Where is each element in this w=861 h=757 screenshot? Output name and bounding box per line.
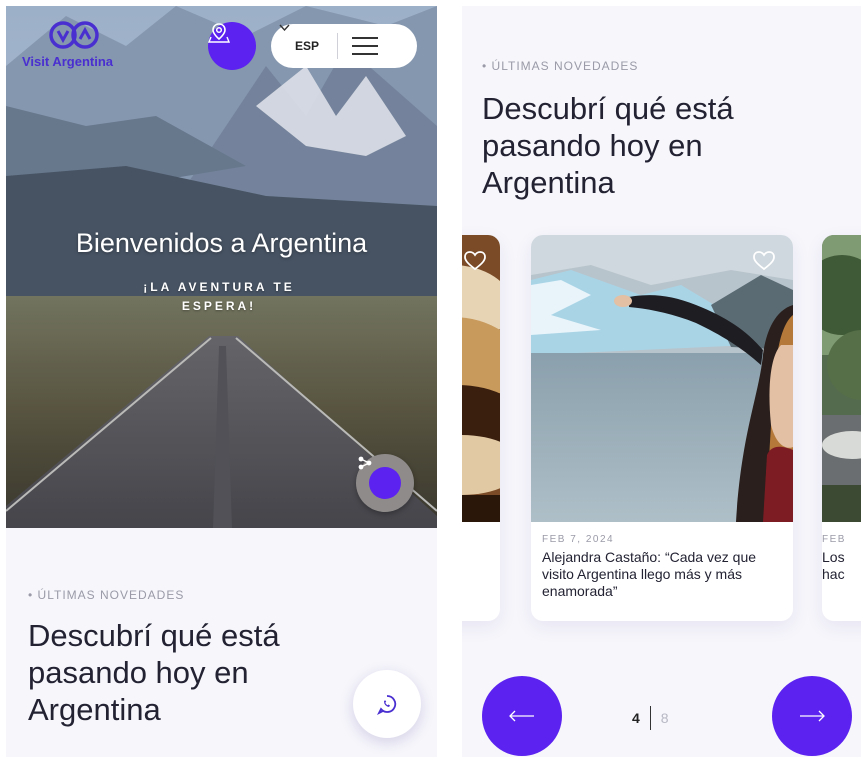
arrow-left-icon bbox=[509, 710, 534, 722]
food-photo bbox=[462, 235, 500, 522]
section-eyebrow: • ÚLTIMAS NOVEDADES bbox=[482, 59, 639, 73]
hero-title: Bienvenidos a Argentina bbox=[75, 228, 368, 258]
whatsapp-button[interactable] bbox=[353, 670, 421, 738]
language-label: ESP bbox=[295, 39, 320, 53]
logo-mark-icon bbox=[49, 21, 99, 49]
map-button[interactable] bbox=[208, 22, 256, 70]
card-title: Los hac bbox=[822, 549, 845, 582]
share-button[interactable] bbox=[356, 454, 414, 512]
section-title: Descubrí qué está pasando hoy en Argenti… bbox=[28, 618, 280, 727]
visit-argentina-logo[interactable]: Visit Argentina bbox=[22, 20, 132, 76]
header-controls: ESP bbox=[271, 24, 417, 68]
hamburger-menu-icon[interactable] bbox=[352, 37, 379, 55]
map-pin-icon bbox=[208, 23, 230, 43]
arrow-right-icon bbox=[800, 710, 825, 722]
pagination-divider bbox=[649, 706, 651, 730]
heart-icon[interactable] bbox=[464, 251, 486, 271]
carousel-pagination: 4 8 bbox=[632, 706, 669, 730]
glacier-photo bbox=[531, 235, 793, 522]
hero-banner: Visit Argentina ESP Bienvenidos a Argent… bbox=[6, 6, 437, 528]
mobile-screen-news: • ÚLTIMAS NOVEDADES Descubrí qué está pa… bbox=[462, 6, 861, 757]
divider bbox=[337, 33, 339, 59]
hero-landscape-image bbox=[6, 6, 437, 528]
hero-subtitle: ¡LA AVENTURA TE ESPERA! bbox=[143, 280, 295, 313]
current-page: 4 bbox=[632, 710, 640, 726]
carousel-next-button[interactable] bbox=[772, 676, 852, 756]
logo-wordmark: Visit Argentina bbox=[22, 54, 114, 69]
carousel-prev-button[interactable] bbox=[482, 676, 562, 756]
card-title: Alejandra Castaño: “Cada vez que visito … bbox=[542, 549, 757, 599]
forest-photo bbox=[822, 235, 861, 522]
news-card[interactable] bbox=[462, 235, 500, 621]
share-icon bbox=[358, 456, 372, 470]
card-date: FEB 7, 2024 bbox=[542, 534, 615, 545]
mobile-screen-home: Visit Argentina ESP Bienvenidos a Argent… bbox=[6, 6, 437, 757]
section-eyebrow: • ÚLTIMAS NOVEDADES bbox=[28, 588, 185, 602]
language-selector[interactable]: ESP bbox=[279, 24, 320, 53]
news-card[interactable]: FEB Los hac bbox=[822, 235, 861, 621]
heart-icon[interactable] bbox=[753, 251, 775, 271]
total-pages: 8 bbox=[660, 710, 669, 726]
news-card[interactable]: FEB 7, 2024 Alejandra Castaño: “Cada vez… bbox=[531, 235, 793, 621]
chevron-down-icon bbox=[279, 24, 290, 31]
card-date: FEB bbox=[822, 534, 846, 545]
section-title: Descubrí qué está pasando hoy en Argenti… bbox=[482, 91, 734, 200]
whatsapp-icon bbox=[376, 695, 397, 715]
